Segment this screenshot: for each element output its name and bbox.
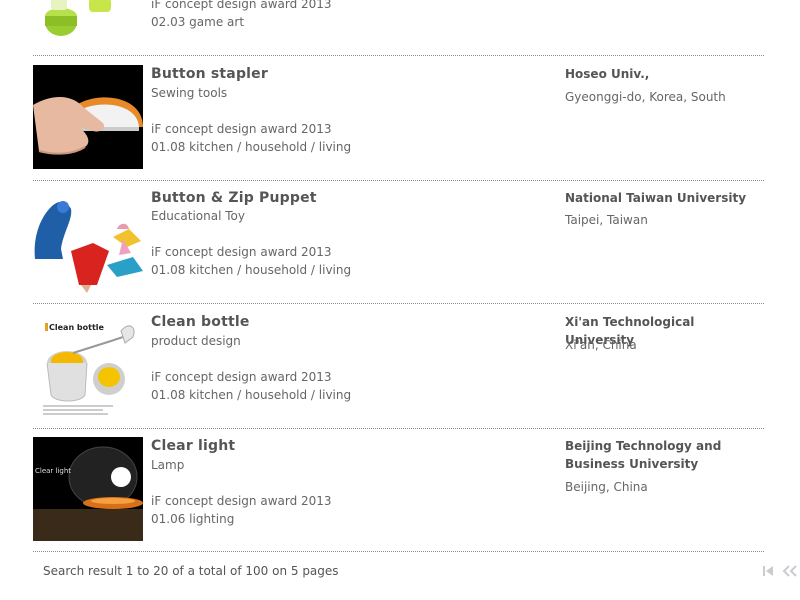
category-text: 01.08 kitchen / household / living	[151, 140, 352, 154]
result-subtitle: Lamp	[151, 458, 185, 472]
first-page-icon	[763, 566, 773, 576]
school-name: Beijing Technology and Business Universi…	[565, 439, 722, 471]
result-title[interactable]: Clear light	[151, 438, 235, 454]
separator	[33, 303, 764, 304]
thumb-caption: Clear light	[35, 467, 71, 475]
result-thumbnail[interactable]: Clear light	[33, 437, 143, 541]
result-subtitle: Educational Toy	[151, 209, 245, 223]
search-result-summary: Search result 1 to 20 of a total of 100 …	[43, 564, 339, 578]
school-location: Taipei, Taiwan	[565, 213, 648, 227]
school-name: National Taiwan University	[565, 191, 747, 205]
first-page-button[interactable]	[761, 564, 775, 578]
award-text: iF concept design award 2013	[151, 245, 332, 259]
result-thumbnail[interactable]: Clean bottle	[33, 313, 143, 417]
separator	[33, 55, 764, 56]
result-title[interactable]: Button stapler	[151, 66, 268, 82]
result-thumbnail[interactable]	[33, 65, 143, 169]
thumb-caption: Clean bottle	[49, 323, 105, 332]
category-text: 01.06 lighting	[151, 512, 235, 526]
school-location: Beijing, China	[565, 480, 648, 494]
separator	[33, 180, 764, 181]
category-text: 02.03 game art	[151, 15, 245, 29]
school-location: Xi'an, China	[565, 338, 637, 352]
school-name: Hoseo Univ.,	[565, 67, 650, 81]
result-thumbnail[interactable]	[33, 0, 143, 40]
award-text: iF concept design award 2013	[151, 370, 332, 384]
category-text: 01.08 kitchen / household / living	[151, 263, 352, 277]
previous-page-icon	[782, 565, 797, 577]
award-text: iF concept design award 2013	[151, 0, 332, 11]
separator	[33, 551, 764, 552]
result-title[interactable]: Clean bottle	[151, 314, 250, 330]
award-text: iF concept design award 2013	[151, 122, 332, 136]
previous-page-button[interactable]	[782, 564, 798, 578]
school-location: Gyeonggi-do, Korea, South	[565, 90, 726, 104]
result-title[interactable]: Button & Zip Puppet	[151, 190, 317, 206]
result-thumbnail[interactable]	[33, 189, 143, 293]
category-text: 01.08 kitchen / household / living	[151, 388, 352, 402]
award-text: iF concept design award 2013	[151, 494, 332, 508]
result-subtitle: Sewing tools	[151, 86, 228, 100]
separator	[33, 428, 764, 429]
result-subtitle: product design	[151, 334, 241, 348]
